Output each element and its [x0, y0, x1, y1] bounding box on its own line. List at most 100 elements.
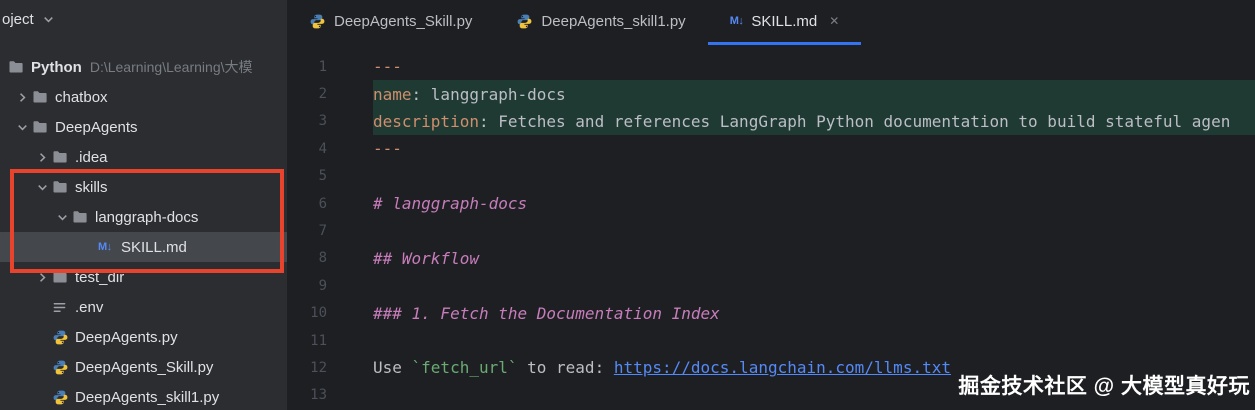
- chevron-down-icon[interactable]: [52, 211, 72, 224]
- line-number[interactable]: 6: [287, 196, 327, 212]
- line-number[interactable]: 5: [287, 168, 327, 184]
- tab-deepagents-skill1-py[interactable]: DeepAgents_skill1.py: [494, 0, 707, 45]
- code-segment-meta: ---: [373, 139, 402, 158]
- tree-item-skills[interactable]: skills: [0, 172, 287, 202]
- line-code: [373, 217, 1255, 244]
- line-number[interactable]: 8: [287, 250, 327, 266]
- tree-item-env[interactable]: .env: [0, 292, 287, 322]
- editor-line[interactable]: 9: [287, 272, 1255, 299]
- line-number[interactable]: 13: [287, 387, 327, 403]
- folder-icon: [52, 179, 74, 195]
- editor-line[interactable]: 4 ---: [287, 135, 1255, 162]
- line-number[interactable]: 3: [287, 113, 327, 129]
- editor-line[interactable]: 1 ---: [287, 53, 1255, 80]
- line-number[interactable]: 10: [287, 305, 327, 321]
- tree-item-python[interactable]: Python D:\Learning\Learning\大模: [0, 52, 287, 82]
- line-number[interactable]: 2: [287, 86, 327, 102]
- tree-item-label: DeepAgents: [55, 119, 138, 136]
- code-segment-plain: langgraph-docs: [431, 85, 566, 104]
- line-code: name: langgraph-docs: [373, 80, 1255, 107]
- chevron-right-icon[interactable]: [32, 151, 52, 164]
- python-icon: [309, 13, 326, 30]
- line-number[interactable]: 12: [287, 360, 327, 376]
- tree-item-label: DeepAgents.py: [75, 329, 178, 346]
- watermark-text: 掘金技术社区 @ 大模型真好玩: [958, 370, 1250, 400]
- line-number[interactable]: 4: [287, 141, 327, 157]
- tree-item-skill-md[interactable]: M↓SKILL.md: [0, 232, 287, 262]
- code-segment-plain: :: [412, 85, 431, 104]
- code-segment-meta: ---: [373, 57, 402, 76]
- tab-label: DeepAgents_skill1.py: [541, 13, 685, 30]
- tree-item-label: langgraph-docs: [95, 209, 198, 226]
- env-icon: [52, 300, 74, 315]
- project-tool-window-title: oject: [2, 11, 34, 28]
- chevron-down-icon[interactable]: [32, 181, 52, 194]
- tree-item-idea[interactable]: .idea: [0, 142, 287, 172]
- tree-item-deepagents[interactable]: DeepAgents: [0, 112, 287, 142]
- line-code: ## Workflow: [373, 245, 1255, 272]
- code-segment-plain: :: [479, 112, 498, 131]
- editor-line[interactable]: 3 description: Fetches and references Lan…: [287, 108, 1255, 135]
- editor-line[interactable]: 5: [287, 163, 1255, 190]
- line-number[interactable]: 11: [287, 333, 327, 349]
- doc-link[interactable]: https://docs.langchain.com/llms.txt: [614, 358, 951, 377]
- tree-item-label: DeepAgents_Skill.py: [75, 359, 213, 376]
- folder-icon: [72, 209, 94, 225]
- project-sidebar: oject Python D:\Learning\Learning\大模 chatb…: [0, 0, 287, 410]
- code-segment-heading: ## Workflow: [373, 249, 479, 268]
- chevron-down-icon: [39, 13, 59, 26]
- tree-item-label: .idea: [75, 149, 108, 166]
- tree-item-label: Python: [31, 59, 82, 76]
- project-tool-window-header[interactable]: oject: [0, 0, 287, 28]
- python-icon: [52, 389, 74, 406]
- line-number[interactable]: 7: [287, 223, 327, 239]
- line-code: ### 1. Fetch the Documentation Index: [373, 300, 1255, 327]
- tree-item-deepagents-skill1-py[interactable]: DeepAgents_skill1.py: [0, 382, 287, 410]
- folder-icon: [52, 269, 74, 285]
- folder-icon: [32, 119, 54, 135]
- line-number[interactable]: 1: [287, 59, 327, 75]
- tree-item-test-dir[interactable]: test_dir: [0, 262, 287, 292]
- line-number[interactable]: 9: [287, 278, 327, 294]
- folder-icon: [32, 89, 54, 105]
- tree-item-chatbox[interactable]: chatbox: [0, 82, 287, 112]
- tree-item-deepagents-skill-py[interactable]: DeepAgents_Skill.py: [0, 352, 287, 382]
- python-icon: [52, 329, 74, 346]
- chevron-down-icon[interactable]: [12, 121, 32, 134]
- editor-line[interactable]: 11: [287, 327, 1255, 354]
- editor-content[interactable]: 1 --- 2 name: langgraph-docs 3 description: F…: [287, 45, 1255, 410]
- tree-item-deepagents-py[interactable]: DeepAgents.py: [0, 322, 287, 352]
- line-code: ---: [373, 53, 1255, 80]
- editor-line[interactable]: 2 name: langgraph-docs: [287, 80, 1255, 107]
- markdown-icon: M↓: [730, 15, 744, 27]
- tree-item-label: DeepAgents_skill1.py: [75, 389, 219, 406]
- tab-deepagents-skill-py[interactable]: DeepAgents_Skill.py: [287, 0, 494, 45]
- editor-line[interactable]: 6 # langgraph-docs: [287, 190, 1255, 217]
- line-code: # langgraph-docs: [373, 190, 1255, 217]
- tree-item-label: SKILL.md: [121, 239, 187, 256]
- markdown-icon: M↓: [98, 241, 120, 253]
- code-segment-plain: Use: [373, 358, 412, 377]
- ide-window: DeepAgents_Skill.py DeepAgents_skill1.py M…: [0, 0, 1255, 410]
- tree-item-label: .env: [75, 299, 103, 316]
- editor-line[interactable]: 10 ### 1. Fetch the Documentation Index: [287, 300, 1255, 327]
- tree-item-langgraph-docs[interactable]: langgraph-docs: [0, 202, 287, 232]
- tree-item-path: D:\Learning\Learning\大模: [90, 57, 253, 77]
- editor-tabs: DeepAgents_Skill.py DeepAgents_skill1.py M…: [287, 0, 1255, 45]
- editor-line[interactable]: 8 ## Workflow: [287, 245, 1255, 272]
- chevron-right-icon[interactable]: [32, 271, 52, 284]
- tab-skill-md[interactable]: M↓SKILL.md✕: [708, 0, 862, 45]
- close-icon[interactable]: ✕: [829, 14, 839, 28]
- line-code: [373, 327, 1255, 354]
- project-tree: Python D:\Learning\Learning\大模 chatbox Deep…: [0, 52, 287, 410]
- python-icon: [52, 359, 74, 376]
- folder-icon: [8, 59, 30, 75]
- line-code: description: Fetches and references Lang…: [373, 108, 1255, 135]
- line-code: [373, 272, 1255, 299]
- code-segment-code: `fetch_url`: [412, 358, 518, 377]
- editor-line[interactable]: 7: [287, 217, 1255, 244]
- python-icon: [516, 13, 533, 30]
- folder-icon: [52, 149, 74, 165]
- tree-item-label: test_dir: [75, 269, 124, 286]
- chevron-right-icon[interactable]: [12, 91, 32, 104]
